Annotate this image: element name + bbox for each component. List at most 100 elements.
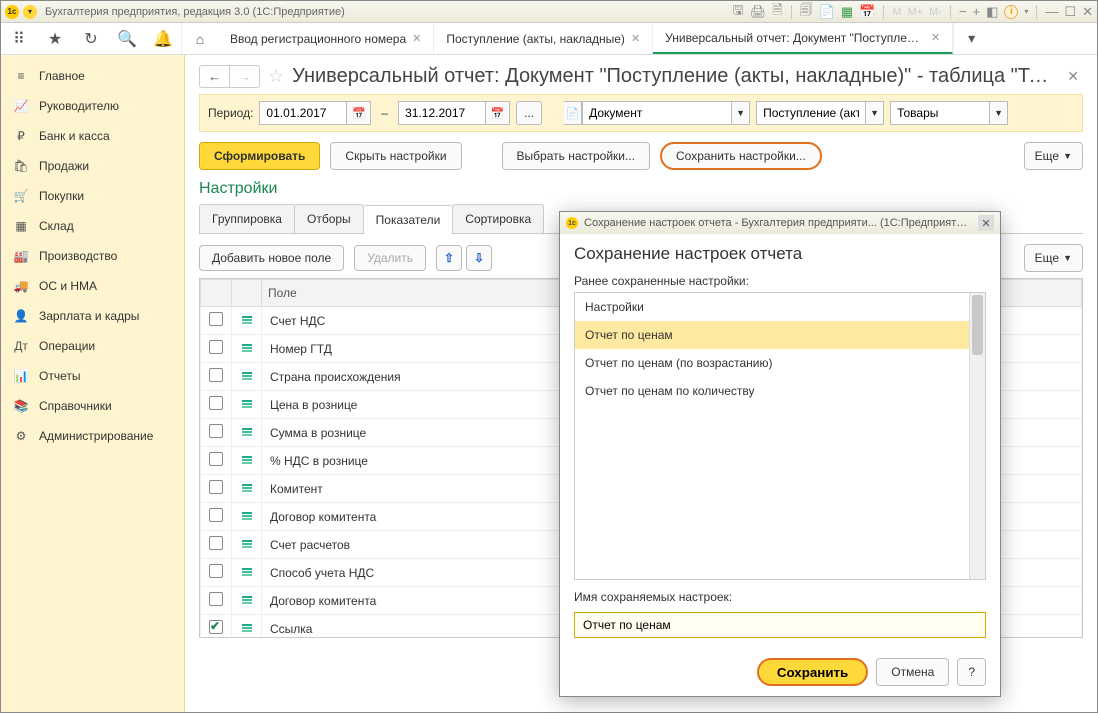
compare-icon[interactable]: 🗐 [800, 1, 813, 23]
sidebar-item[interactable]: 🏭Производство [1, 241, 184, 271]
list-item[interactable]: Настройки [575, 293, 985, 321]
mem-mminus[interactable]: M- [929, 6, 942, 18]
checkbox[interactable] [209, 536, 223, 550]
chevron-down-icon[interactable]: ▼ [866, 101, 884, 125]
list-item[interactable]: Отчет по ценам [575, 321, 985, 349]
zoom-in-icon[interactable]: + [973, 4, 981, 19]
sidebar-item[interactable]: 📚Справочники [1, 391, 184, 421]
table-select[interactable] [890, 101, 990, 125]
zoom-out-icon[interactable]: − [959, 4, 967, 19]
minimize-icon[interactable]: — [1045, 4, 1058, 19]
tab-close-icon[interactable]: ✕ [931, 31, 940, 44]
move-down-icon[interactable]: ⇩ [466, 245, 492, 271]
doc-type-select[interactable] [756, 101, 866, 125]
mem-mplus[interactable]: M+ [908, 6, 924, 18]
checkbox[interactable] [209, 312, 223, 326]
copy-icon[interactable]: 📄 [819, 4, 835, 20]
sidebar-item[interactable]: ▦Склад [1, 211, 184, 241]
period-to-input[interactable] [398, 101, 486, 125]
bell-icon[interactable]: 🔔 [145, 29, 181, 49]
more-button[interactable]: Еще▼ [1024, 142, 1083, 170]
save-settings-button[interactable]: Сохранить настройки... [660, 142, 822, 170]
tab-indicators[interactable]: Показатели [363, 205, 454, 234]
print-icon[interactable]: 🖨 [750, 4, 767, 20]
sidebar-item[interactable]: 📊Отчеты [1, 361, 184, 391]
chevron-down-icon[interactable]: ▼ [732, 101, 750, 125]
checkbox[interactable] [209, 368, 223, 382]
move-up-icon[interactable]: ⇧ [436, 245, 462, 271]
tab-filters[interactable]: Отборы [294, 204, 364, 233]
mem-m[interactable]: M [892, 6, 901, 18]
object-type-select[interactable] [582, 101, 732, 125]
sidebar-icon: ≡ [13, 69, 29, 83]
tab-close-icon[interactable]: ✕ [631, 32, 640, 45]
sidebar-item[interactable]: 🚚ОС и НМА [1, 271, 184, 301]
form-button[interactable]: Сформировать [199, 142, 320, 170]
calendar-icon[interactable]: ▦ [841, 4, 853, 20]
list-item[interactable]: Отчет по ценам (по возрастанию) [575, 349, 985, 377]
close-icon[interactable]: ✕ [1082, 4, 1093, 20]
sidebar-item[interactable]: 👤Зарплата и кадры [1, 301, 184, 331]
tab-close-icon[interactable]: ✕ [412, 32, 421, 45]
period-dash: – [377, 106, 392, 120]
checkbox[interactable] [209, 620, 223, 634]
settings-name-input[interactable] [574, 612, 986, 638]
checkbox[interactable] [209, 508, 223, 522]
apps-icon[interactable]: ⠿ [1, 29, 37, 49]
checkbox[interactable] [209, 564, 223, 578]
sidebar-item[interactable]: ДтОперации [1, 331, 184, 361]
scrollbar[interactable] [969, 293, 985, 579]
history-icon[interactable]: ↻ [73, 29, 109, 49]
period-picker-button[interactable]: ... [516, 101, 542, 125]
sidebar-item[interactable]: 🛒Покупки [1, 181, 184, 211]
panels-icon[interactable]: ◧ [986, 4, 998, 20]
dialog-close-icon[interactable]: ✕ [978, 215, 994, 231]
page-close-icon[interactable]: ✕ [1063, 68, 1083, 85]
checkbox[interactable] [209, 592, 223, 606]
maximize-icon[interactable]: ☐ [1064, 4, 1076, 20]
calendar-icon[interactable]: 📅 [347, 101, 371, 125]
saved-settings-list[interactable]: НастройкиОтчет по ценамОтчет по ценам (п… [574, 292, 986, 580]
nav-back-icon[interactable]: ← [200, 66, 230, 87]
chevron-down-icon[interactable]: ▼ [990, 101, 1008, 125]
sidebar-item[interactable]: ⚙Администрирование [1, 421, 184, 451]
sidebar-icon: ▦ [13, 219, 29, 233]
nav-forward-icon[interactable]: → [230, 66, 259, 87]
star-icon[interactable]: ★ [37, 29, 73, 49]
tab-overflow-icon[interactable]: ▾ [953, 23, 989, 54]
help-button[interactable]: ? [957, 658, 986, 686]
sidebar-item[interactable]: 🛍Продажи [1, 151, 184, 181]
add-field-button[interactable]: Добавить новое поле [199, 245, 344, 271]
sidebar-item[interactable]: ₽Банк и касса [1, 121, 184, 151]
list-item[interactable]: Отчет по ценам по количеству [575, 377, 985, 405]
tab-grouping[interactable]: Группировка [199, 204, 295, 233]
tab-sorting[interactable]: Сортировка [452, 204, 544, 233]
tab-reg-number[interactable]: Ввод регистрационного номера ✕ [218, 23, 434, 54]
save-button[interactable]: Сохранить [757, 658, 868, 686]
choose-settings-button[interactable]: Выбрать настройки... [502, 142, 650, 170]
sidebar-item[interactable]: 📈Руководителю [1, 91, 184, 121]
preview-icon[interactable]: 🗎 [772, 1, 782, 23]
more-button[interactable]: Еще▼ [1024, 244, 1083, 272]
save-icon[interactable]: 🖫 [733, 1, 744, 23]
date-icon[interactable]: 📅 [859, 4, 875, 20]
checkbox[interactable] [209, 480, 223, 494]
info-icon[interactable]: i [1004, 5, 1018, 19]
favorite-icon[interactable]: ☆ [268, 66, 284, 87]
checkbox[interactable] [209, 396, 223, 410]
search-icon[interactable]: 🔍 [109, 29, 145, 49]
tab-universal-report[interactable]: Универсальный отчет: Документ "Поступлен… [653, 23, 953, 54]
delete-button[interactable]: Удалить [354, 245, 426, 271]
checkbox[interactable] [209, 452, 223, 466]
cancel-button[interactable]: Отмена [876, 658, 949, 686]
calendar-icon[interactable]: 📅 [486, 101, 510, 125]
sidebar-item[interactable]: ≡Главное [1, 61, 184, 91]
checkbox[interactable] [209, 340, 223, 354]
checkbox[interactable] [209, 424, 223, 438]
home-tab-icon[interactable]: ⌂ [182, 23, 218, 54]
period-from-input[interactable] [259, 101, 347, 125]
app-menu-dropdown[interactable]: ▾ [23, 5, 37, 19]
field-icon [232, 475, 262, 503]
tab-postuplenie[interactable]: Поступление (акты, накладные) ✕ [434, 23, 653, 54]
hide-settings-button[interactable]: Скрыть настройки [330, 142, 461, 170]
